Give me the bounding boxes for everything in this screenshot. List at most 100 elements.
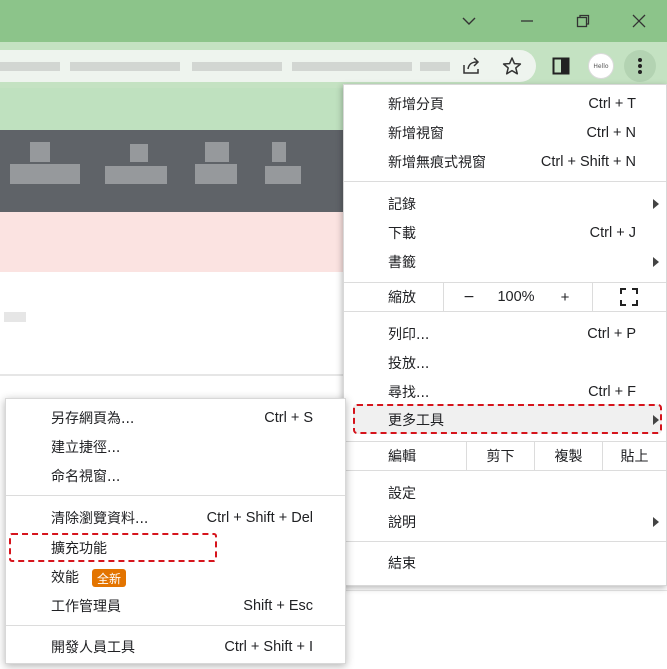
menu-item-performance[interactable]: 效能 <box>6 562 345 591</box>
menu-item-label: 結束 <box>388 555 416 572</box>
menu-item-exit[interactable]: 結束 <box>344 548 666 577</box>
blurred-block <box>205 142 229 162</box>
menu-item-label: 新增無痕式視窗 <box>388 154 486 171</box>
chrome-menu-button[interactable] <box>624 50 656 82</box>
menu-item-label: 尋找... <box>388 384 430 401</box>
blurred-block <box>30 142 50 162</box>
menu-separator <box>344 541 666 542</box>
menu-item-label: 擴充功能 <box>51 540 107 557</box>
close-icon <box>632 14 646 28</box>
menu-item-label: 建立捷徑... <box>51 439 121 456</box>
shortcut-text: Ctrl + S <box>264 409 313 426</box>
profile-avatar[interactable]: Hello <box>588 53 614 79</box>
fullscreen-icon <box>620 288 638 306</box>
shortcut-text: Ctrl + Shift + Del <box>206 509 313 526</box>
close-button[interactable] <box>610 0 667 42</box>
restore-button[interactable] <box>554 0 612 42</box>
menu-item-label: 書籤 <box>388 254 416 271</box>
menu-item-find[interactable]: 尋找... Ctrl + F <box>344 377 666 406</box>
zoom-in-button[interactable]: + <box>538 283 592 311</box>
side-panel-button[interactable] <box>545 50 577 82</box>
browser-toolbar: Hello <box>0 42 667 88</box>
menu-item-new-window[interactable]: 新增視窗 Ctrl + N <box>344 118 666 147</box>
menu-item-label: 工作管理員 <box>51 598 121 615</box>
page-divider <box>346 590 667 591</box>
menu-item-settings[interactable]: 設定 <box>344 478 666 507</box>
shortcut-text: Ctrl + Shift + I <box>224 638 313 655</box>
star-icon <box>502 57 522 75</box>
menu-item-name-window[interactable]: 命名視窗... <box>6 461 345 490</box>
menu-item-label: 命名視窗... <box>51 468 121 485</box>
menu-item-label: 投放... <box>388 355 430 372</box>
submenu-arrow-icon <box>653 516 659 527</box>
edit-row: 編輯 剪下 複製 貼上 <box>344 441 666 471</box>
menu-item-new-tab[interactable]: 新增分頁 Ctrl + T <box>344 89 666 118</box>
menu-item-developer-tools[interactable]: 開發人員工具 Ctrl + Shift + I <box>6 632 345 661</box>
menu-item-bookmarks[interactable]: 書籤 <box>344 247 666 276</box>
menu-item-label: 設定 <box>388 485 416 502</box>
menu-item-history[interactable]: 記錄 <box>344 189 666 218</box>
page-divider <box>0 374 343 376</box>
shortcut-text: Ctrl + T <box>588 95 636 112</box>
paste-button[interactable]: 貼上 <box>603 442 666 470</box>
shortcut-text: Ctrl + N <box>586 124 636 141</box>
chrome-main-menu: 新增分頁 Ctrl + T 新增視窗 Ctrl + N 新增無痕式視窗 Ctrl… <box>343 84 667 586</box>
blurred-url <box>292 62 412 71</box>
menu-item-label: 下載 <box>388 225 416 242</box>
shortcut-text: Ctrl + P <box>587 325 636 342</box>
tab-search-button[interactable] <box>440 0 498 42</box>
menu-item-task-manager[interactable]: 工作管理員 Shift + Esc <box>6 591 345 620</box>
menu-item-label: 記錄 <box>388 196 416 213</box>
blurred-block <box>130 144 148 162</box>
chevron-down-icon <box>462 17 476 25</box>
blurred-block <box>105 166 167 184</box>
menu-item-label: 列印... <box>388 326 430 343</box>
shortcut-text: Ctrl + F <box>588 383 636 400</box>
blurred-block <box>265 166 301 184</box>
menu-item-save-page-as[interactable]: 另存網頁為... Ctrl + S <box>6 403 345 432</box>
submenu-arrow-icon <box>653 256 659 267</box>
restore-icon <box>576 14 590 28</box>
menu-item-clear-browsing-data[interactable]: 清除瀏覽資料... Ctrl + Shift + Del <box>6 503 345 532</box>
blurred-url <box>70 62 180 71</box>
menu-item-downloads[interactable]: 下載 Ctrl + J <box>344 218 666 247</box>
menu-separator <box>344 181 666 182</box>
blurred-text <box>4 312 26 322</box>
more-tools-submenu: 另存網頁為... Ctrl + S 建立捷徑... 命名視窗... 清除瀏覽資料… <box>5 398 346 664</box>
menu-item-help[interactable]: 說明 <box>344 507 666 536</box>
menu-item-label: 開發人員工具 <box>51 639 135 656</box>
cut-button[interactable]: 剪下 <box>467 442 534 470</box>
menu-item-label: 更多工具 <box>388 412 444 429</box>
menu-item-print[interactable]: 列印... Ctrl + P <box>344 319 666 348</box>
shortcut-text: Ctrl + J <box>589 224 636 241</box>
menu-item-new-incognito-window[interactable]: 新增無痕式視窗 Ctrl + Shift + N <box>344 147 666 176</box>
zoom-label: 縮放 <box>388 290 416 306</box>
menu-item-label: 新增分頁 <box>388 96 444 113</box>
submenu-arrow-icon <box>653 198 659 209</box>
new-badge: 全新 <box>92 569 127 587</box>
zoom-out-button[interactable]: − <box>444 283 494 311</box>
menu-item-label: 效能 <box>51 569 79 586</box>
edit-label: 編輯 <box>388 449 416 465</box>
minimize-icon <box>521 20 533 22</box>
menu-item-create-shortcut[interactable]: 建立捷徑... <box>6 432 345 461</box>
shortcut-text: Ctrl + Shift + N <box>540 153 636 170</box>
copy-button[interactable]: 複製 <box>535 442 602 470</box>
menu-separator <box>6 495 345 496</box>
menu-item-label: 另存網頁為... <box>51 410 135 427</box>
share-button[interactable] <box>456 50 488 82</box>
menu-item-label: 新增視窗 <box>388 125 444 142</box>
bookmark-star-button[interactable] <box>496 50 528 82</box>
minimize-button[interactable] <box>498 0 556 42</box>
blurred-url <box>420 62 450 71</box>
menu-item-more-tools[interactable]: 更多工具 <box>344 405 666 434</box>
zoom-level-value: 100% <box>497 289 535 305</box>
menu-separator <box>6 625 345 626</box>
blurred-block <box>10 164 80 184</box>
menu-item-cast[interactable]: 投放... <box>344 348 666 377</box>
fullscreen-button[interactable] <box>593 283 665 311</box>
menu-item-extensions[interactable]: 擴充功能 <box>6 533 345 562</box>
blurred-block <box>272 142 286 162</box>
blurred-url <box>0 62 60 71</box>
menu-item-label: 說明 <box>388 514 416 531</box>
